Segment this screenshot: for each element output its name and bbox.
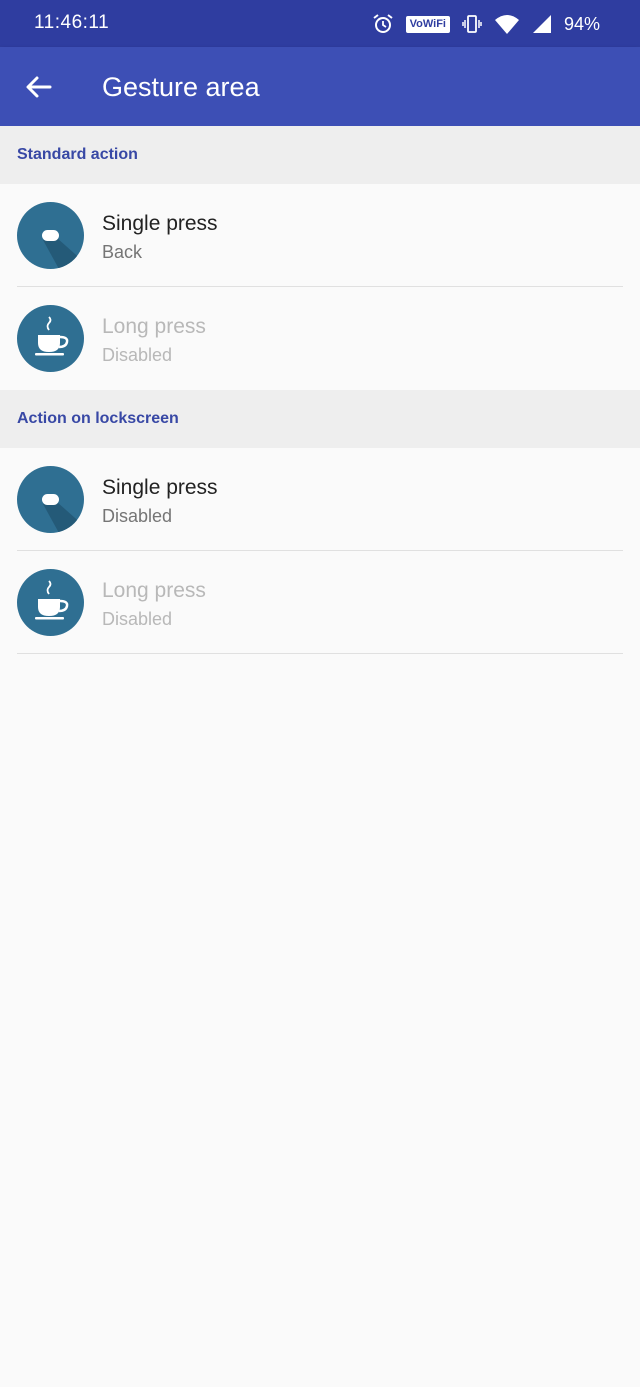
pill-icon — [17, 466, 84, 533]
item-subtitle: Disabled — [102, 345, 173, 365]
signal-icon — [532, 14, 552, 34]
battery-level: 94% — [563, 13, 600, 34]
list-item-standard-long-press[interactable]: Long press Disabled — [0, 287, 640, 390]
section-header-standard-action: Standard action — [0, 126, 640, 184]
wifi-icon — [494, 13, 520, 35]
app-bar: Gesture area — [0, 47, 640, 126]
coffee-cup-icon — [17, 305, 84, 372]
list-item-lockscreen-single-press[interactable]: Single press Disabled — [0, 448, 640, 551]
item-title: Single press — [102, 476, 218, 499]
status-icons: VoWiFi 94% — [372, 10, 600, 38]
item-title: Long press — [102, 315, 206, 338]
item-title: Long press — [102, 579, 206, 602]
arrow-back-icon — [26, 76, 52, 98]
item-title: Single press — [102, 212, 218, 235]
list-item-lockscreen-long-press[interactable]: Long press Disabled — [0, 551, 640, 654]
status-bar: 11:46:11 VoWiFi 94% — [0, 0, 640, 47]
back-button[interactable] — [22, 70, 56, 104]
page-title: Gesture area — [102, 72, 260, 102]
status-time: 11:46:11 — [34, 12, 110, 33]
section-header-action-on-lockscreen: Action on lockscreen — [0, 390, 640, 448]
item-subtitle: Back — [102, 242, 143, 262]
list-item-standard-single-press[interactable]: Single press Back — [0, 184, 640, 287]
divider — [17, 653, 623, 654]
settings-list: Standard action Single press Back Long p… — [0, 126, 640, 654]
vowifi-icon: VoWiFi — [405, 15, 450, 33]
coffee-cup-icon — [17, 569, 84, 636]
alarm-icon — [372, 13, 394, 35]
vibrate-icon — [462, 13, 482, 35]
item-subtitle: Disabled — [102, 609, 173, 629]
pill-icon — [17, 202, 84, 269]
item-subtitle: Disabled — [102, 506, 173, 526]
